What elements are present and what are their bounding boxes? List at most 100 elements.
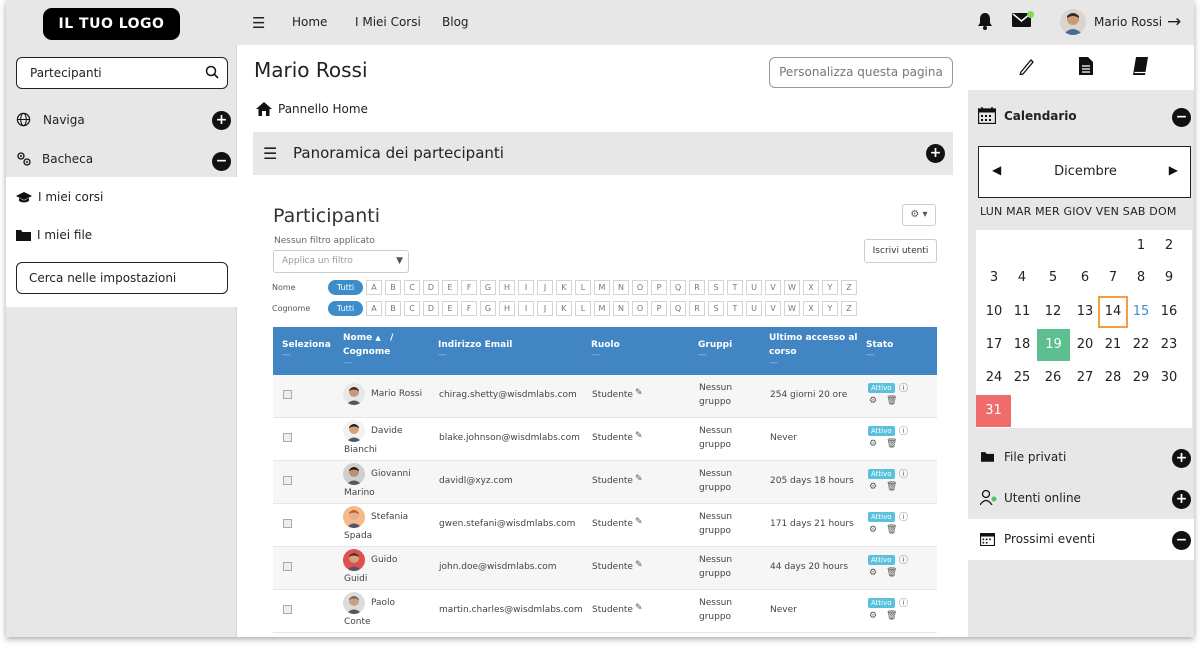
first-letter-filter-n[interactable]: N [613, 280, 629, 295]
last-letter-filter-w[interactable]: W [784, 301, 800, 316]
col-groups[interactable]: Gruppi — [698, 338, 732, 360]
settings-gear-dropdown[interactable]: ⚙ ▾ [902, 204, 936, 226]
calendar-day[interactable]: 3 [979, 262, 1009, 294]
calendar-day[interactable]: 14 [1098, 296, 1128, 328]
online-users-block[interactable]: Utenti online + [968, 478, 1194, 519]
last-letter-filter-n[interactable]: N [613, 301, 629, 316]
calendar-day[interactable]: 30 [1154, 362, 1184, 394]
site-logo[interactable]: IL TUO LOGO [43, 8, 180, 40]
first-letter-filter-p[interactable]: P [651, 280, 667, 295]
gear-icon[interactable]: ⚙ [869, 525, 877, 535]
trash-icon[interactable]: 🗑 [886, 482, 897, 492]
first-letter-filter-o[interactable]: O [632, 280, 648, 295]
last-letter-filter-u[interactable]: U [746, 301, 762, 316]
info-icon[interactable]: ⓘ [899, 381, 908, 394]
menu-toggle-icon[interactable]: ☰ [252, 14, 265, 32]
last-letter-filter-z[interactable]: Z [841, 301, 857, 316]
row-select-checkbox[interactable] [283, 605, 292, 614]
calendar-day[interactable]: 11 [1007, 296, 1037, 328]
trash-icon[interactable]: 🗑 [886, 611, 897, 621]
document-icon[interactable] [1079, 57, 1093, 75]
calendar-day[interactable]: 27 [1070, 362, 1100, 394]
last-letter-filter-a[interactable]: A [366, 301, 382, 316]
gear-icon[interactable]: ⚙ [869, 482, 877, 492]
trash-icon[interactable]: 🗑 [886, 439, 897, 449]
last-letter-filter-c[interactable]: C [404, 301, 420, 316]
calendar-day[interactable]: 6 [1070, 262, 1100, 294]
calendar-day[interactable]: 13 [1070, 296, 1100, 328]
first-letter-filter-w[interactable]: W [784, 280, 800, 295]
first-letter-filter-s[interactable]: S [708, 280, 724, 295]
pencil-icon[interactable] [1018, 57, 1034, 75]
panel-menu-icon[interactable]: ☰ [263, 144, 277, 163]
gear-icon[interactable]: ⚙ [869, 439, 877, 449]
calendar-collapse-icon[interactable]: − [1172, 108, 1191, 127]
sidebar-item-naviga[interactable]: Naviga [16, 112, 85, 127]
first-letter-filter-e[interactable]: E [442, 280, 458, 295]
info-icon[interactable]: ⓘ [899, 467, 908, 480]
first-letter-filter-d[interactable]: D [423, 280, 439, 295]
participant-first-name[interactable]: Giovanni [371, 467, 411, 481]
first-letter-filter-i[interactable]: I [518, 280, 534, 295]
first-letter-filter-b[interactable]: B [385, 280, 401, 295]
last-letter-filter-p[interactable]: P [651, 301, 667, 316]
calendar-day[interactable]: 15 [1126, 296, 1156, 328]
calendar-day[interactable]: 25 [1007, 362, 1037, 394]
calendar-day[interactable]: 12 [1038, 296, 1068, 328]
col-email[interactable]: Indirizzo Email — [438, 338, 512, 360]
nav-blog[interactable]: Blog [442, 15, 469, 29]
trash-icon[interactable]: 🗑 [886, 568, 897, 578]
calendar-day[interactable]: 26 [1038, 362, 1068, 394]
bell-icon[interactable] [977, 12, 993, 30]
first-letter-filter-f[interactable]: F [461, 280, 477, 295]
calendar-day[interactable]: 1 [1126, 230, 1156, 262]
last-letter-filter-o[interactable]: O [632, 301, 648, 316]
participant-last-name[interactable]: Guidi [344, 572, 367, 586]
last-letter-filter-m[interactable]: M [594, 301, 610, 316]
row-select-checkbox[interactable] [283, 519, 292, 528]
upcoming-events-block[interactable]: Prossimi eventi − [968, 519, 1194, 560]
calendar-day[interactable]: 8 [1126, 262, 1156, 294]
trash-icon[interactable]: 🗑 [886, 396, 897, 406]
participant-first-name[interactable]: Guido [371, 553, 397, 567]
customize-page-button[interactable]: Personalizza questa pagina [769, 57, 953, 88]
calendar-day[interactable]: 10 [979, 296, 1009, 328]
trash-icon[interactable]: 🗑 [886, 525, 897, 535]
first-letter-filter-u[interactable]: U [746, 280, 762, 295]
calendar-day[interactable]: 29 [1126, 362, 1156, 394]
last-letter-filter-g[interactable]: G [480, 301, 496, 316]
calendar-day[interactable]: 20 [1070, 329, 1100, 361]
edit-pencil-icon[interactable]: ✎ [635, 517, 643, 527]
collapse-minus-icon[interactable]: − [1172, 531, 1191, 550]
last-letter-filter-l[interactable]: L [575, 301, 591, 316]
edit-pencil-icon[interactable]: ✎ [635, 388, 643, 398]
first-letter-filter-x[interactable]: X [803, 280, 819, 295]
info-icon[interactable]: ⓘ [899, 553, 908, 566]
calendar-day[interactable]: 22 [1126, 329, 1156, 361]
calendar-day[interactable]: 17 [979, 329, 1009, 361]
last-letter-filter-b[interactable]: B [385, 301, 401, 316]
first-letter-filter-j[interactable]: J [537, 280, 553, 295]
calendar-day[interactable]: 24 [979, 362, 1009, 394]
first-letter-filter-m[interactable]: M [594, 280, 610, 295]
first-letter-filter-z[interactable]: Z [841, 280, 857, 295]
last-letter-filter-t[interactable]: T [727, 301, 743, 316]
calendar-day[interactable]: 18 [1007, 329, 1037, 361]
first-letter-filter-k[interactable]: K [556, 280, 572, 295]
panel-add-icon[interactable]: + [926, 144, 945, 163]
collapse-minus-icon[interactable]: − [212, 152, 231, 171]
edit-pencil-icon[interactable]: ✎ [635, 603, 643, 613]
sidebar-item-my-courses[interactable]: I miei corsi [16, 190, 103, 204]
col-status[interactable]: Stato — [866, 338, 893, 360]
filter-all-last[interactable]: Tutti [328, 301, 363, 316]
calendar-day[interactable]: 23 [1154, 329, 1184, 361]
col-last-access[interactable]: Ultimo accesso al corso — [769, 331, 859, 368]
expand-plus-icon[interactable]: + [1172, 490, 1191, 509]
last-letter-filter-e[interactable]: E [442, 301, 458, 316]
calendar-day[interactable]: 5 [1038, 262, 1068, 294]
edit-pencil-icon[interactable]: ✎ [635, 474, 643, 484]
last-letter-filter-k[interactable]: K [556, 301, 572, 316]
first-letter-filter-v[interactable]: V [765, 280, 781, 295]
row-select-checkbox[interactable] [283, 476, 292, 485]
expand-plus-icon[interactable]: + [1172, 449, 1191, 468]
